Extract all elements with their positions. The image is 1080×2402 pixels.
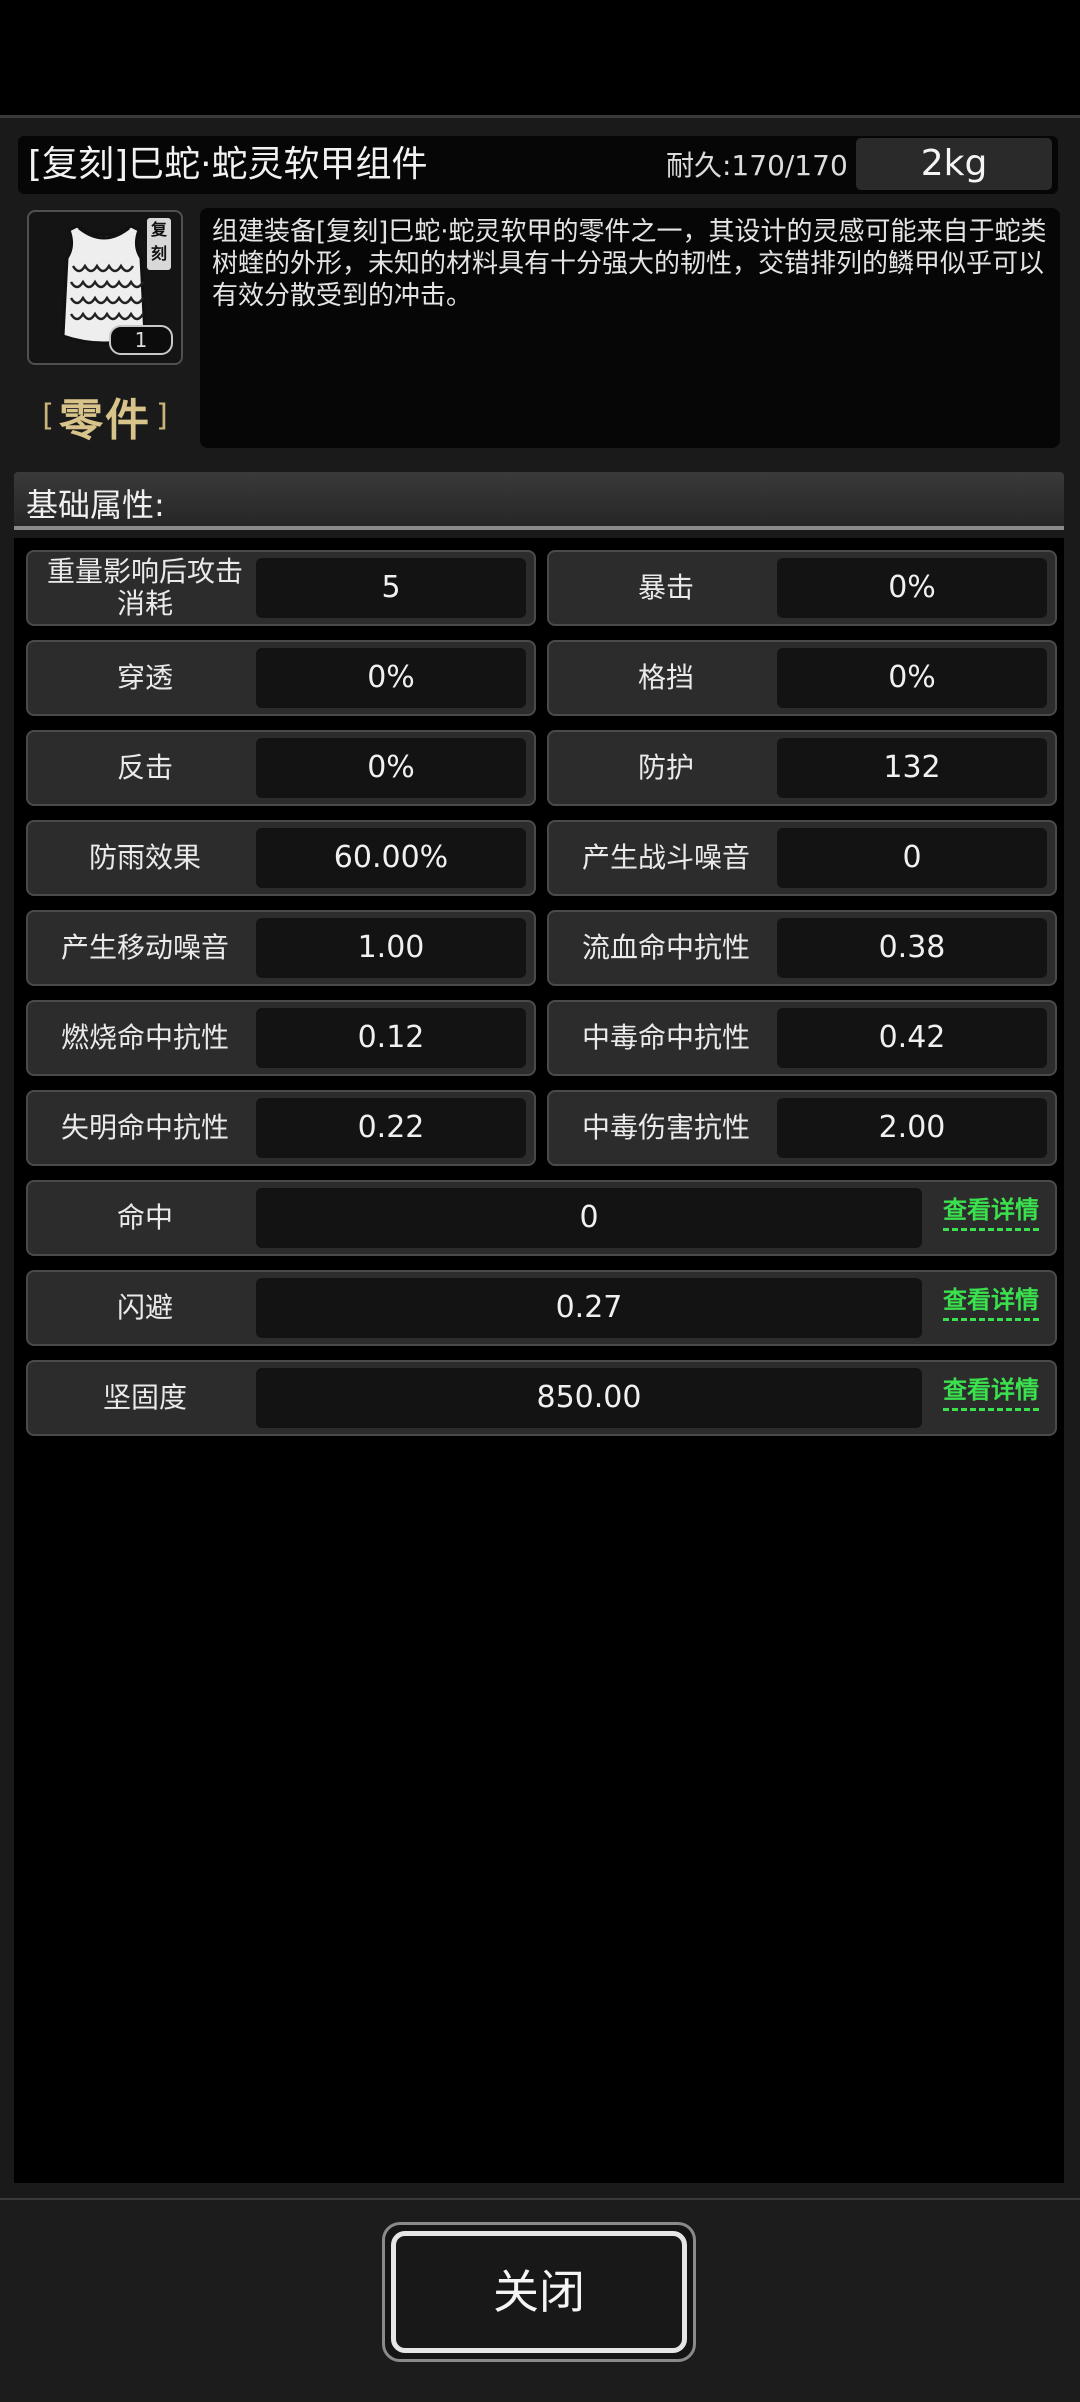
item-description: 组建装备[复刻]巳蛇·蛇灵软甲的零件之一，其设计的灵感可能来自于蛇类树蝰的外形，… [200, 208, 1060, 448]
attribute-label: 坚固度 [102, 1381, 187, 1414]
item-header: [复刻]巳蛇·蛇灵软甲组件 耐久:170/170 2kg [18, 136, 1058, 194]
footer-bar: 关闭 [0, 2198, 1080, 2402]
attribute-cell: 失明命中抗性 0.22 [26, 1090, 536, 1166]
item-count-badge: 1 [109, 325, 173, 355]
attribute-cell: 流血命中抗性 0.38 [547, 910, 1057, 986]
attribute-list: 重量影响后攻击消耗 5 暴击 0% 穿透 0% 格挡 0% 反击 0% 防护 1… [14, 538, 1064, 2183]
attribute-value: 0.27 [256, 1278, 922, 1338]
attribute-value: 5 [256, 558, 526, 618]
attribute-label: 产生战斗噪音 [581, 841, 750, 874]
attribute-label: 格挡 [637, 661, 694, 694]
section-header-basic-attributes: 基础属性: [14, 472, 1064, 530]
attribute-label: 中毒命中抗性 [581, 1021, 750, 1054]
attribute-cell: 格挡 0% [547, 640, 1057, 716]
close-button[interactable]: 关闭 [382, 2222, 696, 2362]
attribute-label: 中毒伤害抗性 [581, 1111, 750, 1144]
attribute-value: 0.42 [777, 1008, 1047, 1068]
attribute-value: 0 [256, 1188, 922, 1248]
type-bracket-left: [ [42, 398, 54, 434]
attribute-label: 穿透 [116, 661, 173, 694]
attribute-value: 0.12 [256, 1008, 526, 1068]
attribute-value: 0% [256, 648, 526, 708]
attribute-value: 0.38 [777, 918, 1047, 978]
attribute-cell: 产生战斗噪音 0 [547, 820, 1057, 896]
close-button-label[interactable]: 关闭 [391, 2231, 687, 2353]
attribute-label: 命中 [116, 1201, 173, 1234]
attribute-value: 132 [777, 738, 1047, 798]
attribute-value: 2.00 [777, 1098, 1047, 1158]
attribute-cell-sturdiness: 坚固度 850.00 查看详情 [26, 1360, 1057, 1436]
section-title: 基础属性: [26, 486, 165, 524]
attribute-label: 暴击 [637, 571, 694, 604]
attribute-value: 850.00 [256, 1368, 922, 1428]
attribute-cell-hit: 命中 0 查看详情 [26, 1180, 1057, 1256]
attribute-label: 防护 [637, 751, 694, 784]
attribute-label: 重量影响后攻击消耗 [46, 555, 243, 620]
attribute-cell: 防雨效果 60.00% [26, 820, 536, 896]
item-type-text: 零件 [59, 395, 151, 446]
attribute-label: 失明命中抗性 [60, 1111, 229, 1144]
attribute-cell-dodge: 闪避 0.27 查看详情 [26, 1270, 1057, 1346]
attribute-label: 闪避 [116, 1291, 173, 1324]
item-title: [复刻]巳蛇·蛇灵软甲组件 [28, 144, 428, 185]
item-icon-frame: 复刻 1 [27, 210, 183, 365]
attribute-value: 0% [777, 558, 1047, 618]
attribute-cell: 产生移动噪音 1.00 [26, 910, 536, 986]
reprint-tag: 复刻 [147, 218, 171, 270]
attribute-cell: 燃烧命中抗性 0.12 [26, 1000, 536, 1076]
attribute-label: 防雨效果 [88, 841, 201, 874]
attribute-label: 流血命中抗性 [581, 931, 750, 964]
attribute-cell: 中毒命中抗性 0.42 [547, 1000, 1057, 1076]
attribute-cell: 防护 132 [547, 730, 1057, 806]
attribute-label: 产生移动噪音 [60, 931, 229, 964]
attribute-value: 0 [777, 828, 1047, 888]
view-details-link-sturdiness[interactable]: 查看详情 [943, 1376, 1039, 1411]
view-details-link-dodge[interactable]: 查看详情 [943, 1286, 1039, 1321]
item-type-label: [ 零件 ] [22, 384, 188, 446]
attribute-label: 燃烧命中抗性 [60, 1021, 229, 1054]
attribute-value: 0% [777, 648, 1047, 708]
type-bracket-right: ] [156, 398, 168, 434]
attribute-cell: 穿透 0% [26, 640, 536, 716]
attribute-value: 0.22 [256, 1098, 526, 1158]
attribute-value: 0% [256, 738, 526, 798]
attribute-value: 1.00 [256, 918, 526, 978]
durability-text: 耐久:170/170 [666, 149, 848, 182]
view-details-link-hit[interactable]: 查看详情 [943, 1196, 1039, 1231]
attribute-cell: 反击 0% [26, 730, 536, 806]
attribute-label: 反击 [116, 751, 173, 784]
attribute-value: 60.00% [256, 828, 526, 888]
weight-badge: 2kg [856, 138, 1052, 190]
attribute-cell: 重量影响后攻击消耗 5 [26, 550, 536, 626]
attribute-cell: 中毒伤害抗性 2.00 [547, 1090, 1057, 1166]
attribute-cell: 暴击 0% [547, 550, 1057, 626]
